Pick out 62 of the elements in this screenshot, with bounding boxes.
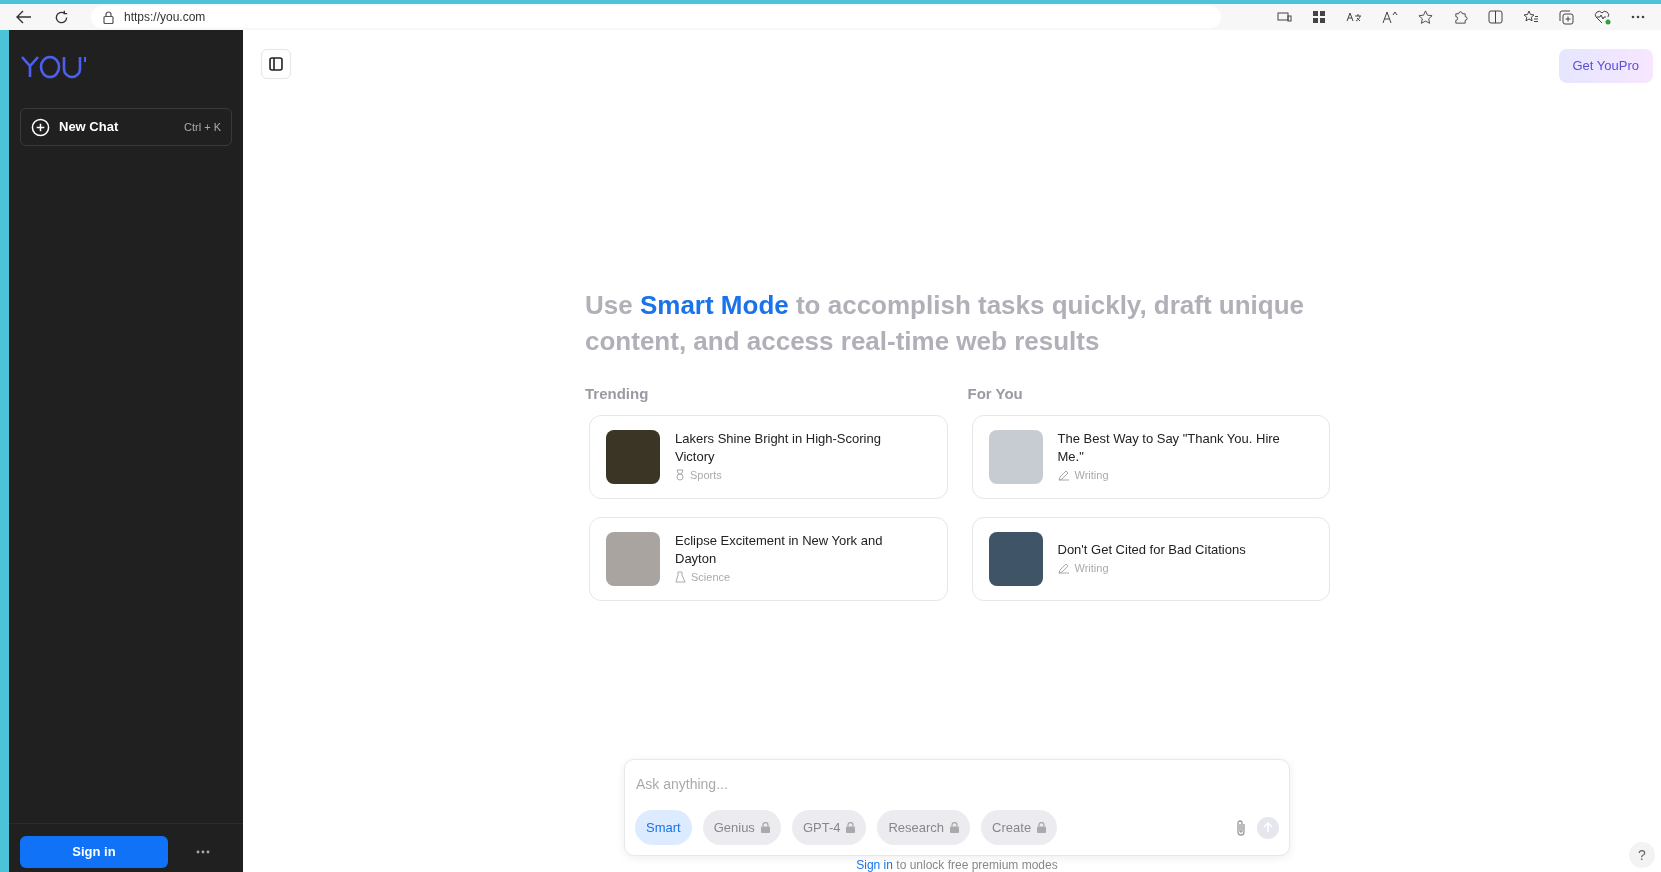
photo-placeholder xyxy=(988,531,1043,586)
mode-chip[interactable]: GPT-4 xyxy=(791,810,867,845)
help-button[interactable]: ? xyxy=(1629,842,1655,868)
mode-chip[interactable]: Genius xyxy=(702,810,781,845)
back-icon[interactable] xyxy=(16,10,32,24)
topic-card[interactable]: Eclipse Excitement in New York and Dayton Science xyxy=(589,516,948,601)
photo-placeholder xyxy=(606,429,660,484)
flask-icon xyxy=(675,571,686,583)
premium-modes-note: Sign in to unlock free premium modes xyxy=(855,858,1059,872)
shortcut-hint: Ctrl + K xyxy=(184,119,221,135)
plus-circle-icon xyxy=(31,117,50,137)
sign-in-button[interactable]: Sign in xyxy=(20,836,168,868)
sidebar-toggle-button[interactable] xyxy=(261,49,291,79)
new-chat-button[interactable]: New Chat Ctrl + K xyxy=(20,108,232,146)
translate-icon[interactable] xyxy=(1346,11,1362,23)
category-label: Writing xyxy=(1074,560,1109,576)
card-title: Eclipse Excitement in New York and Dayton xyxy=(675,531,884,568)
address-bar[interactable]: https://you.com xyxy=(91,6,1221,28)
category-label: Sports xyxy=(690,467,722,483)
split-screen-icon[interactable] xyxy=(1488,10,1503,24)
category-label: Writing xyxy=(1074,467,1109,483)
headline: Use Smart Mode to accomplish tasks quickly, draft unique content, and access real-time web results xyxy=(585,289,1305,358)
sign-in-link[interactable]: Sign in xyxy=(856,858,893,872)
topic-card[interactable]: Don't Get Cited for Bad Citations Writing xyxy=(971,516,1330,601)
photo-placeholder xyxy=(606,531,660,586)
pencil-icon xyxy=(1057,562,1070,574)
more-icon[interactable] xyxy=(1631,15,1645,19)
lock-icon xyxy=(950,822,960,833)
paperclip-icon[interactable] xyxy=(1235,818,1247,837)
reload-icon[interactable] xyxy=(54,9,69,25)
category-label: Science xyxy=(691,569,731,585)
favorites-icon[interactable] xyxy=(1523,10,1539,24)
topic-card[interactable]: Lakers Shine Bright in High-Scoring Victory Sports xyxy=(589,414,948,499)
grid-icon[interactable] xyxy=(1312,10,1326,24)
mode-chip[interactable]: Smart xyxy=(635,810,692,845)
section-title: Trending xyxy=(585,384,650,404)
medal-icon xyxy=(675,469,685,481)
collections-icon[interactable] xyxy=(1559,9,1574,25)
card-title: Don't Get Cited for Bad Citations xyxy=(1057,540,1246,559)
url-text: https://you.com xyxy=(124,9,206,26)
get-pro-button[interactable]: Get YouPro xyxy=(1558,49,1653,83)
more-icon[interactable] xyxy=(196,850,210,854)
mode-chip[interactable]: Create xyxy=(981,810,1058,845)
pencil-icon xyxy=(1057,469,1070,481)
panel-icon xyxy=(269,57,283,71)
puzzle-icon[interactable] xyxy=(1453,9,1468,25)
photo-placeholder xyxy=(988,429,1043,484)
heartbeat-icon[interactable] xyxy=(1594,9,1611,25)
ask-input-field[interactable]: Ask anything... xyxy=(635,774,1279,795)
lock-icon xyxy=(103,10,114,24)
mode-chip[interactable]: Research xyxy=(877,810,971,845)
read-aloud-icon[interactable] xyxy=(1382,10,1398,24)
star-icon[interactable] xyxy=(1418,9,1433,25)
card-title: Lakers Shine Bright in High-Scoring Victory xyxy=(675,429,882,466)
topic-card[interactable]: The Best Way to Say "Thank You. Hire Me." Writing xyxy=(971,414,1330,499)
section-title: For You xyxy=(967,384,1024,404)
lock-icon xyxy=(760,822,770,833)
lock-icon xyxy=(846,822,856,833)
card-title: The Best Way to Say "Thank You. Hire Me." xyxy=(1057,429,1281,466)
lock-icon xyxy=(1037,822,1047,833)
arrow-up-icon xyxy=(1263,822,1273,833)
device-icon[interactable] xyxy=(1277,11,1292,23)
